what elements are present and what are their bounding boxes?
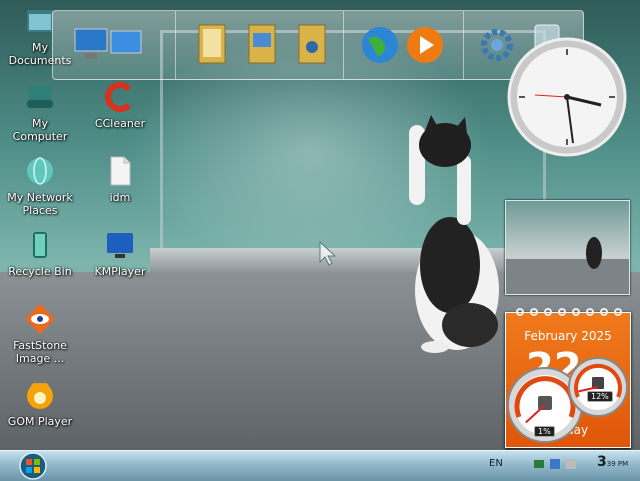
desktop-icon-faststone[interactable]: FastStone Image ... xyxy=(2,302,78,365)
memory-gauge-readout: 12% xyxy=(587,391,613,402)
dock-item-network[interactable] xyxy=(71,17,142,73)
dock-item-documents[interactable] xyxy=(193,17,241,73)
language-indicator[interactable]: EN xyxy=(489,458,503,469)
dock-item-media-player[interactable] xyxy=(403,17,451,73)
desktop-icon-kmplayer[interactable]: KMPlayer xyxy=(82,228,158,278)
music-folder-icon xyxy=(298,24,326,64)
display-tray-icon[interactable] xyxy=(550,459,560,469)
desktop-icon-label: Recycle Bin xyxy=(8,265,72,278)
clock-ampm: PM xyxy=(617,460,629,468)
recycle-bin-icon xyxy=(33,232,47,258)
window-preview-thumbnail[interactable] xyxy=(505,200,630,295)
desktop-icon-label: My Computer xyxy=(12,117,68,143)
file-icon xyxy=(110,156,131,186)
desktop-icon-label: CCleaner xyxy=(94,117,146,130)
desktop-icon-ccleaner[interactable]: CCleaner xyxy=(82,80,158,130)
clock-minutes: 39 xyxy=(606,460,616,468)
media-player-icon xyxy=(407,27,443,63)
desktop-icon-my-computer[interactable]: My Computer xyxy=(2,80,78,143)
dock-item-music[interactable] xyxy=(293,17,341,73)
dock-separator xyxy=(175,11,176,79)
kmplayer-icon xyxy=(107,233,133,258)
network-globe-icon xyxy=(27,157,53,185)
desktop-icon-label: idm xyxy=(109,191,131,204)
internet-globe-icon xyxy=(362,27,398,63)
clock-gadget[interactable] xyxy=(505,35,630,160)
desktop-icon-label: GOM Player xyxy=(7,415,73,428)
desktop-icon-recycle-bin[interactable]: Recycle Bin xyxy=(2,228,78,278)
documents-folder-icon xyxy=(198,24,226,64)
desktop-icon-label: FastStone Image ... xyxy=(13,339,67,365)
cpu-gauge-readout: 1% xyxy=(534,426,555,437)
dock-separator xyxy=(463,11,464,79)
dock-item-internet[interactable] xyxy=(358,17,406,73)
thumbnail-cat xyxy=(506,237,629,294)
memory-gauge[interactable]: 12% xyxy=(566,355,630,419)
system-tray-icons[interactable] xyxy=(530,455,590,475)
desktop-icon-idm[interactable]: idm xyxy=(82,154,158,204)
faststone-eye-icon xyxy=(25,304,55,334)
taskbar-clock[interactable]: 339 PM xyxy=(597,454,628,470)
pictures-folder-icon xyxy=(248,24,276,64)
ccleaner-icon xyxy=(105,82,132,112)
desktop-icon-gom-player[interactable]: GOM Player xyxy=(2,378,78,428)
dock-item-pictures[interactable] xyxy=(243,17,291,73)
calendar-rings xyxy=(516,308,622,316)
dock-separator xyxy=(343,11,344,79)
volume-tray-icon[interactable] xyxy=(566,459,576,469)
network-computers-icon xyxy=(74,28,142,59)
desktop-icon-label: KMPlayer xyxy=(94,265,146,278)
wallpaper-cat xyxy=(409,115,499,353)
network-tray-icon[interactable] xyxy=(534,460,544,468)
calendar-month: February 2025 xyxy=(524,329,612,343)
gom-player-icon xyxy=(27,383,53,409)
desktop-icon-label: My Network Places xyxy=(7,191,73,217)
desktop-icon-my-network-places[interactable]: My Network Places xyxy=(2,154,78,217)
clock-hour: 3 xyxy=(597,454,607,470)
memory-gauge-dial xyxy=(568,357,628,417)
computer-icon xyxy=(27,86,53,108)
start-button[interactable] xyxy=(15,452,51,480)
mouse-cursor xyxy=(319,240,337,266)
